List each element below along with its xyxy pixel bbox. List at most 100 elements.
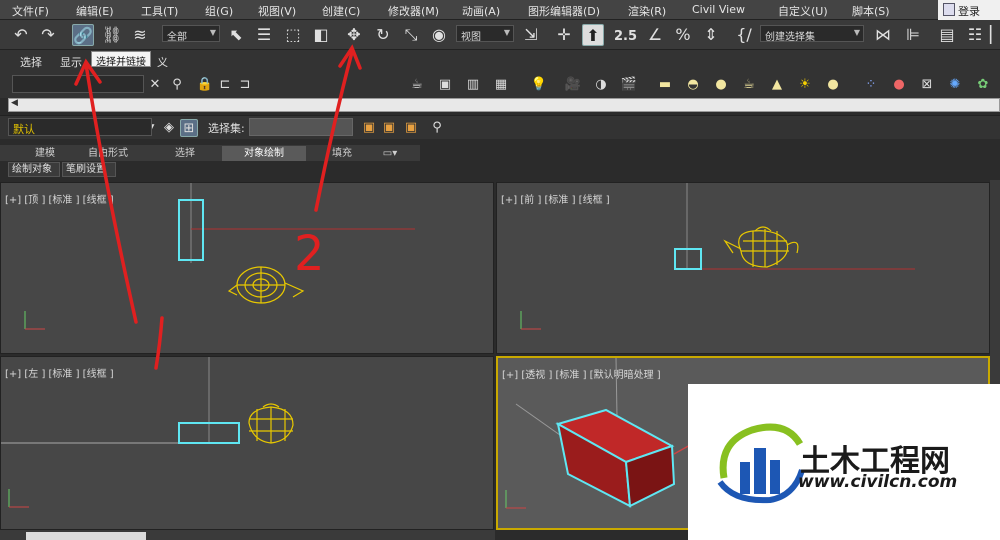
selection-set-dropdown[interactable] (249, 118, 353, 136)
menu-scripting[interactable]: 脚本(S) (852, 3, 890, 19)
menu-rendering[interactable]: 渲染(R) (628, 3, 666, 19)
set-remove-icon[interactable]: ▣ (380, 119, 398, 137)
render-frame-icon[interactable]: ▣ (436, 76, 454, 94)
subtab-paint-objects[interactable]: 绘制对象 (8, 162, 60, 177)
set-select-icon[interactable]: ▣ (402, 119, 420, 137)
layers-icon[interactable]: ◈ (160, 119, 178, 137)
menu-modifiers[interactable]: 修改器(M) (388, 3, 439, 19)
watermark-url: www.civilcn.com (798, 472, 958, 492)
select-manipulate-icon[interactable]: ✛ (553, 24, 575, 46)
horizontal-scrollbar[interactable]: ◀ (8, 98, 1000, 112)
spinner-snap-icon[interactable]: ⇕ (700, 24, 722, 46)
unlink-icon[interactable]: ⛓ (101, 24, 123, 46)
rect-selection-icon[interactable]: ⬚ (282, 24, 304, 46)
edit-named-sets-icon[interactable]: {/ (733, 24, 755, 46)
window-crossing-icon[interactable]: ◧ (310, 24, 332, 46)
snap-icon[interactable]: 2.5 (614, 24, 637, 46)
scroll-left-icon[interactable]: ◀ (11, 98, 18, 108)
dynamics-icon[interactable]: ● (890, 76, 908, 94)
menu-civil-view[interactable]: Civil View (692, 3, 745, 16)
align-icon[interactable]: ⊫ (902, 24, 924, 46)
place-icon[interactable]: ◉ (428, 24, 450, 46)
helper-icon[interactable]: ⊠ (918, 76, 936, 94)
hierarchy-link-icon[interactable]: ⊐ (236, 76, 254, 94)
selection-filter-dropdown[interactable]: 全部 ▼ (162, 25, 220, 43)
tab-populate[interactable]: 填充 (320, 146, 364, 161)
render-setup-icon[interactable]: ▥ (464, 76, 482, 94)
bind-space-warp-icon[interactable]: ≋ (129, 24, 151, 46)
menu-view[interactable]: 视图(V) (258, 3, 296, 19)
box-primitive-icon[interactable]: ▬ (656, 76, 674, 94)
select-and-link-icon[interactable]: 🔗 (72, 24, 94, 46)
select-object-icon[interactable]: ⬉ (225, 24, 247, 46)
teapot-primitive-icon[interactable]: ☕ (740, 76, 758, 94)
filter-icon[interactable]: ⚲ (168, 76, 186, 94)
tab-modeling[interactable]: 建模 (20, 146, 70, 161)
teapot-render-icon[interactable]: ☕ (408, 76, 426, 94)
teapot-wireframe (248, 403, 294, 444)
move-icon[interactable]: ✥ (343, 24, 365, 46)
undo-icon[interactable]: ↶ (10, 24, 32, 46)
sun-light-icon[interactable]: ☀ (796, 76, 814, 94)
ribbon-toggle-icon[interactable]: ☷ (964, 24, 986, 46)
ribbon-options-icon[interactable]: ▭▾ (378, 146, 402, 161)
light-lister-icon[interactable]: 💡 (530, 76, 548, 94)
menu-create[interactable]: 创建(C) (322, 3, 360, 19)
render-window-icon[interactable]: ▦ (492, 76, 510, 94)
tab-select[interactable]: 选择 (20, 54, 42, 70)
grass-icon[interactable]: ✿ (974, 76, 992, 94)
select-by-name-icon[interactable]: ☰ (253, 24, 275, 46)
rotate-icon[interactable]: ↻ (372, 24, 394, 46)
camera-icon[interactable]: 🎥 (564, 76, 582, 94)
menu-tools[interactable]: 工具(T) (141, 3, 178, 19)
chevron-down-icon: ▼ (853, 28, 860, 37)
viewport-left[interactable]: [+] [左 ] [标准 ] [线框 ] (0, 356, 494, 530)
set-add-icon[interactable]: ▣ (360, 119, 378, 137)
layer-explorer-icon[interactable]: ▤ (936, 24, 958, 46)
menu-customize[interactable]: 自定义(U) (778, 3, 828, 19)
camera-sequencer-icon[interactable]: 🎬 (620, 76, 638, 94)
menu-edit[interactable]: 编辑(E) (76, 3, 114, 19)
tab-freeform[interactable]: 自由形式 (78, 146, 138, 161)
lock-icon[interactable]: 🔒 (196, 76, 214, 94)
plane-primitive-icon[interactable]: ◓ (684, 76, 702, 94)
login-button[interactable]: 登录 (938, 0, 1000, 20)
filter-icon[interactable]: ⚲ (428, 119, 446, 137)
menu-group[interactable]: 组(G) (205, 3, 233, 19)
globe-icon[interactable]: ✺ (946, 76, 964, 94)
angle-snap-icon[interactable]: ∠ (644, 24, 666, 46)
pivot-icon[interactable]: ⇲ (520, 24, 542, 46)
named-selection-dropdown[interactable]: 创建选择集 ▼ (760, 25, 864, 43)
subtab-brush-settings[interactable]: 笔刷设置 (62, 162, 116, 177)
percent-snap-icon[interactable]: % (672, 24, 694, 46)
explorer-search-input[interactable] (12, 75, 144, 93)
tab-display[interactable]: 显示 (60, 54, 82, 70)
keyboard-shortcut-icon[interactable]: ⬆ (582, 24, 604, 46)
viewport-front[interactable]: [+] [前 ] [标准 ] [线框 ] (496, 182, 990, 354)
scale-icon[interactable]: ⤡ (400, 24, 422, 46)
menu-animation[interactable]: 动画(A) (462, 3, 500, 19)
tab-customize[interactable]: 义 (157, 54, 168, 70)
layer-hierarchy-icon[interactable]: ⊞ (180, 119, 198, 137)
close-icon[interactable]: ✕ (146, 76, 164, 94)
menu-file[interactable]: 文件(F) (12, 3, 49, 19)
menu-graph-editors[interactable]: 图形编辑器(D) (528, 3, 600, 19)
tab-object-paint[interactable]: 对象绘制 (222, 146, 306, 161)
more-tools-icon[interactable]: ▏ (990, 24, 1000, 46)
menu-bar: 文件(F) 编辑(E) 工具(T) 组(G) 视图(V) 创建(C) 修改器(M… (0, 0, 1000, 20)
teapot-wireframe (723, 226, 799, 268)
sphere-primitive-icon[interactable]: ● (712, 76, 730, 94)
sphere-shaded-icon[interactable]: ◑ (592, 76, 610, 94)
cone-primitive-icon[interactable]: ▲ (768, 76, 786, 94)
mirror-icon[interactable]: ⋈ (872, 24, 894, 46)
current-layer-dropdown[interactable]: 默认 (8, 118, 152, 136)
reference-coord-dropdown[interactable]: 视图 ▼ (456, 25, 514, 43)
redo-icon[interactable]: ↷ (37, 24, 59, 46)
particle-icon[interactable]: ⁘ (862, 76, 880, 94)
hierarchy-icon[interactable]: ⊏ (216, 76, 234, 94)
user-icon (943, 3, 955, 16)
frame-counter[interactable] (26, 532, 146, 540)
tab-selection[interactable]: 选择 (160, 146, 210, 161)
viewport-top[interactable]: [+] [顶 ] [标准 ] [线框 ] (0, 182, 494, 354)
sky-light-icon[interactable]: ● (824, 76, 842, 94)
